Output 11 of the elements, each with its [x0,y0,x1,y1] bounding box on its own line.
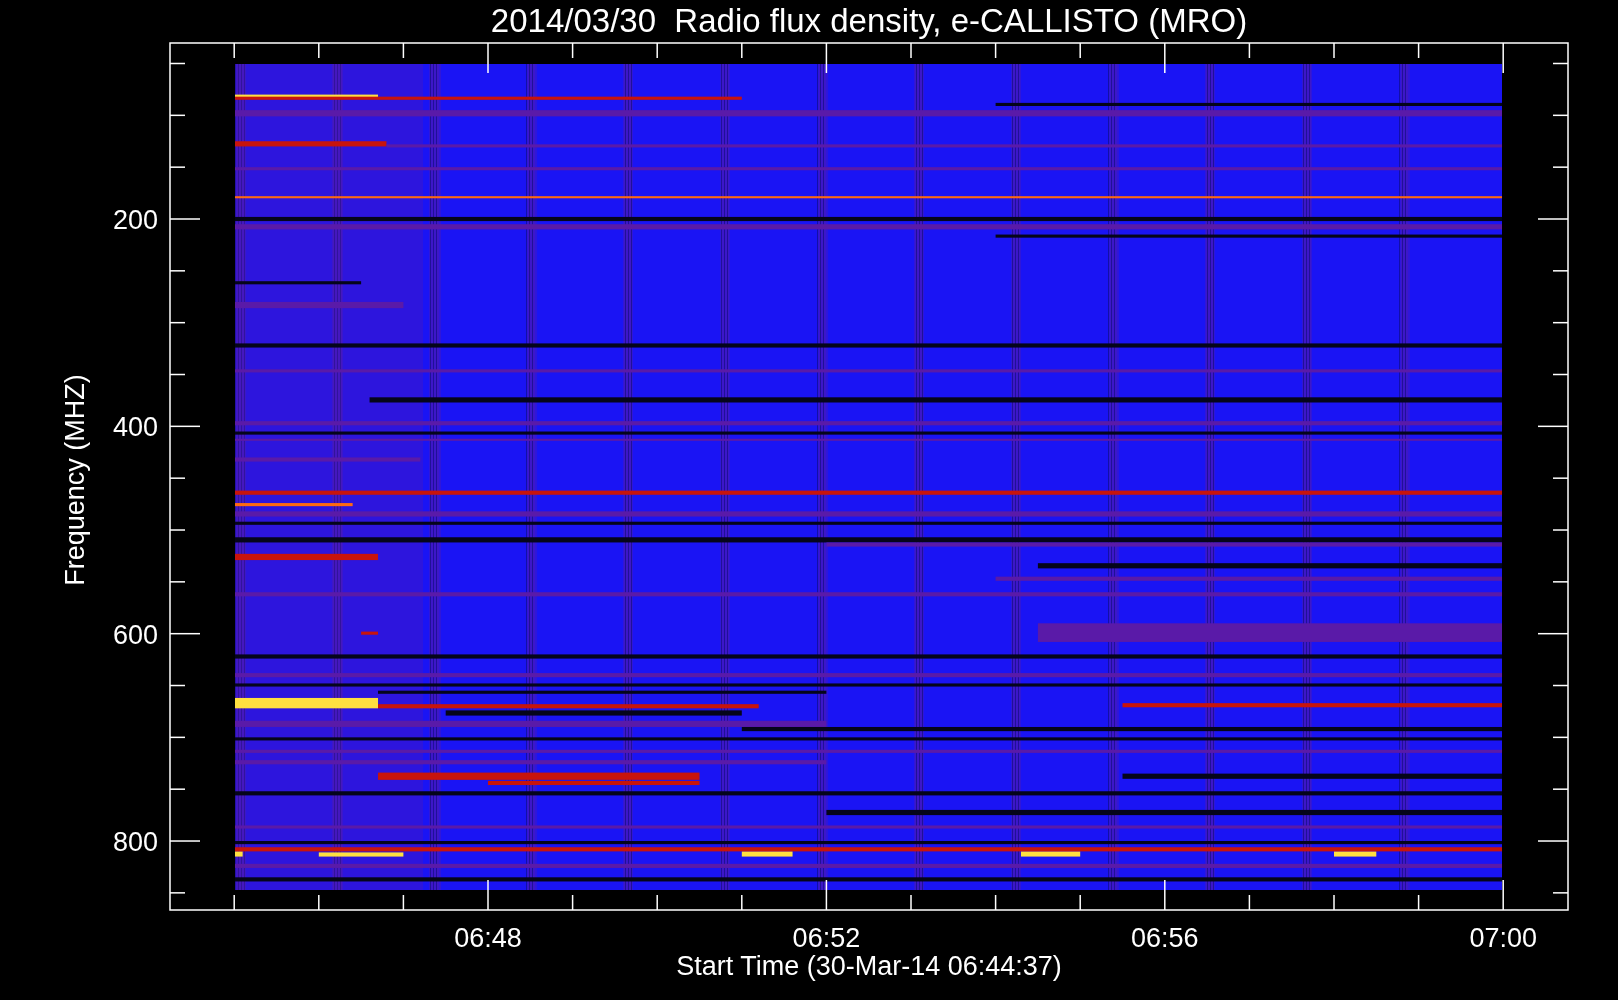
chart-title: 2014/03/30 Radio flux density, e-CALLISTO (MRO) [490,2,1248,39]
axis-tick-label: 06:52 [792,923,861,953]
x-axis-label: Start Time (30-Mar-14 06:44:37) [676,951,1062,981]
axis-tick-label: 800 [112,827,158,857]
axis-tick-label: 400 [112,412,158,443]
axis-tick-label: 07:00 [1469,923,1537,953]
y-axis-label: Frequency (MHZ) [60,374,90,586]
axis-tick-label: 600 [112,619,158,650]
axis-tick-label: 06:56 [1131,923,1199,953]
axis-tick-label: 200 [112,205,158,235]
axis-tick-label: 06:48 [454,923,522,953]
